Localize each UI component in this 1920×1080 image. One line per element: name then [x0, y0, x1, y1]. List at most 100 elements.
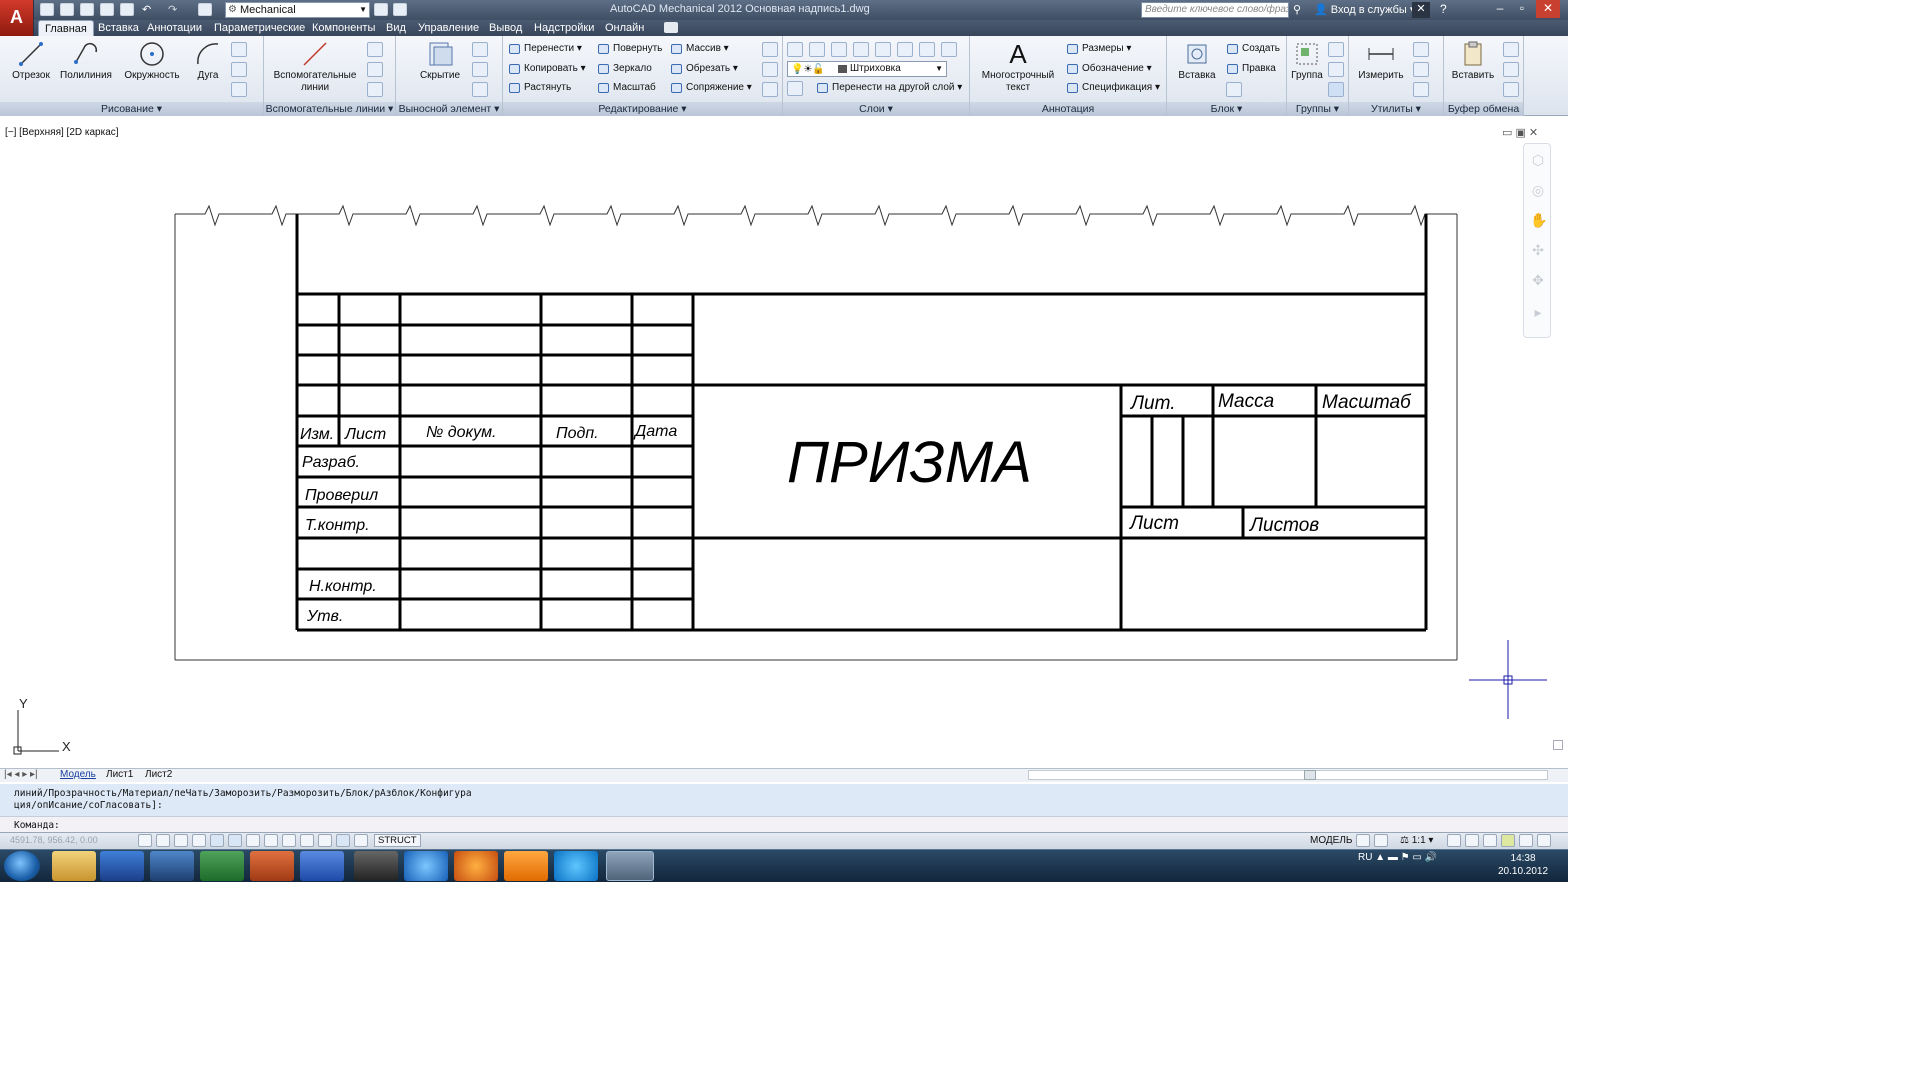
- panel-title[interactable]: Рисование ▾: [0, 102, 263, 116]
- tab-manage[interactable]: Управление: [412, 20, 485, 36]
- scale-button[interactable]: Масштаб: [597, 80, 656, 96]
- horizontal-scrollbar[interactable]: [1028, 770, 1548, 780]
- firefox-taskbar-icon[interactable]: [454, 851, 498, 881]
- otrack-icon[interactable]: [264, 834, 278, 847]
- zoom-icon[interactable]: ✣: [1530, 242, 1546, 258]
- hatch-icon[interactable]: [231, 82, 247, 97]
- clean-screen-icon[interactable]: [1537, 834, 1551, 847]
- 3d-osnap-icon[interactable]: [246, 834, 260, 847]
- quick-props-icon[interactable]: [354, 834, 368, 847]
- arc-button[interactable]: Дуга: [188, 40, 228, 82]
- start-button[interactable]: [4, 851, 40, 881]
- steering-wheel-icon[interactable]: ◎: [1530, 182, 1546, 198]
- stretch-button[interactable]: Растянуть: [508, 80, 571, 96]
- tab-online[interactable]: Онлайн: [599, 20, 650, 36]
- exchange-icon[interactable]: ✕: [1412, 2, 1430, 18]
- login-button[interactable]: 👤 Вход в службы ▾: [1314, 3, 1415, 16]
- detail-icon-1[interactable]: [472, 42, 488, 57]
- showmotion-icon[interactable]: ▸: [1530, 304, 1546, 320]
- redo-icon[interactable]: ↷: [168, 3, 182, 16]
- tab-layout1[interactable]: Лист1: [106, 769, 133, 781]
- powerpoint-taskbar-icon[interactable]: [250, 851, 294, 881]
- fillet-button[interactable]: Сопряжение ▾: [670, 80, 752, 96]
- minimize-icon[interactable]: –: [1488, 0, 1512, 18]
- paste-button[interactable]: Вставить: [1450, 40, 1496, 82]
- move-to-layer-button[interactable]: Перенести на другой слой ▾: [816, 80, 962, 96]
- close-icon[interactable]: ✕: [1536, 0, 1560, 18]
- transparency-icon[interactable]: [336, 834, 350, 847]
- new-file-icon[interactable]: [40, 3, 54, 16]
- circle-button[interactable]: Окружность: [120, 40, 184, 82]
- qa-extra-icon-1[interactable]: [374, 3, 388, 16]
- app-taskbar-icon-1[interactable]: [100, 851, 144, 881]
- rectangle-icon[interactable]: [231, 62, 247, 77]
- spec-button[interactable]: Спецификация ▾: [1066, 80, 1160, 96]
- ungroup-icon[interactable]: [1328, 62, 1344, 77]
- aux-lines-button[interactable]: Вспомогательные линии: [270, 40, 360, 94]
- save-taskbar-icon[interactable]: [150, 851, 194, 881]
- block-attr-icon[interactable]: [1226, 82, 1242, 97]
- quick-view-layouts-icon[interactable]: [1356, 834, 1370, 847]
- snap-icon[interactable]: [156, 834, 170, 847]
- layout-nav-arrows[interactable]: |◂ ◂ ▸ ▸|: [4, 769, 38, 781]
- annotation-scale-dropdown[interactable]: ⚖ 1:1 ▾: [1400, 834, 1433, 847]
- measure-button[interactable]: Измерить: [1354, 40, 1408, 82]
- vertical-scroll-thumb[interactable]: [1553, 740, 1563, 750]
- modify-extra-icon-3[interactable]: [762, 82, 778, 97]
- panel-title[interactable]: Вспомогательные линии ▾: [264, 102, 395, 116]
- dyn-icon[interactable]: [300, 834, 314, 847]
- infer-constraints-icon[interactable]: [138, 834, 152, 847]
- panel-title[interactable]: Блок ▾: [1167, 102, 1286, 116]
- group-select-icon[interactable]: [1328, 82, 1344, 97]
- camera-taskbar-icon[interactable]: [354, 851, 398, 881]
- layer-lock-icon[interactable]: [897, 42, 913, 57]
- skype-taskbar-icon[interactable]: [554, 851, 598, 881]
- restore-icon[interactable]: ▫: [1510, 0, 1534, 18]
- grid-icon[interactable]: [174, 834, 188, 847]
- copy-clip-icon[interactable]: [1503, 62, 1519, 77]
- util-icon-2[interactable]: [1413, 62, 1429, 77]
- clock[interactable]: 14:38 20.10.2012: [1498, 852, 1548, 878]
- ribbon-minimize-icon[interactable]: [664, 22, 678, 33]
- rotate-button[interactable]: Повернуть: [597, 41, 662, 57]
- group-button[interactable]: Группа: [1289, 40, 1325, 82]
- orbit-icon[interactable]: ✥: [1530, 272, 1546, 288]
- struct-button[interactable]: STRUCT: [374, 834, 421, 847]
- tab-components[interactable]: Компоненты: [306, 20, 381, 36]
- save-icon[interactable]: [80, 3, 94, 16]
- open-file-icon[interactable]: [60, 3, 74, 16]
- status-icon-2[interactable]: [1483, 834, 1497, 847]
- command-input[interactable]: Команда:: [0, 816, 1568, 832]
- util-icon-1[interactable]: [1413, 42, 1429, 57]
- save-as-icon[interactable]: [100, 3, 114, 16]
- mtext-button[interactable]: A Многострочный текст: [976, 40, 1060, 94]
- modify-extra-icon-1[interactable]: [762, 42, 778, 57]
- application-menu-button[interactable]: A: [0, 0, 34, 36]
- edit-block-button[interactable]: Правка: [1226, 61, 1276, 77]
- line-button[interactable]: Отрезок: [8, 40, 54, 82]
- hide-button[interactable]: Скрытие: [412, 40, 468, 82]
- tab-addins[interactable]: Надстройки: [528, 20, 600, 36]
- panel-title[interactable]: Редактирование ▾: [503, 102, 782, 116]
- status-icon-1[interactable]: [1465, 834, 1479, 847]
- layer-current-icon[interactable]: [787, 81, 803, 96]
- polyline-button[interactable]: Полилиния: [58, 40, 114, 82]
- aux-delete-icon[interactable]: [367, 82, 383, 97]
- layer-dropdown[interactable]: 💡☀🔓 Штриховка ▼: [787, 61, 947, 77]
- layer-state-icon[interactable]: [809, 42, 825, 57]
- layer-props-icon[interactable]: [787, 42, 803, 57]
- autocad-taskbar-icon[interactable]: [606, 851, 654, 881]
- layer-prev-icon[interactable]: [941, 42, 957, 57]
- tab-output[interactable]: Вывод: [483, 20, 528, 36]
- isolate-icon[interactable]: [1519, 834, 1533, 847]
- detail-icon-3[interactable]: [472, 82, 488, 97]
- copy-button[interactable]: Копировать ▾: [508, 61, 586, 77]
- panel-title[interactable]: Группы ▾: [1287, 102, 1348, 116]
- trim-button[interactable]: Обрезать ▾: [670, 61, 738, 77]
- insert-block-button[interactable]: Вставка: [1174, 40, 1220, 82]
- detail-icon-2[interactable]: [472, 62, 488, 77]
- lineweight-icon[interactable]: [318, 834, 332, 847]
- util-icon-3[interactable]: [1413, 82, 1429, 97]
- layer-iso-icon[interactable]: [831, 42, 847, 57]
- match-props-icon[interactable]: [1503, 82, 1519, 97]
